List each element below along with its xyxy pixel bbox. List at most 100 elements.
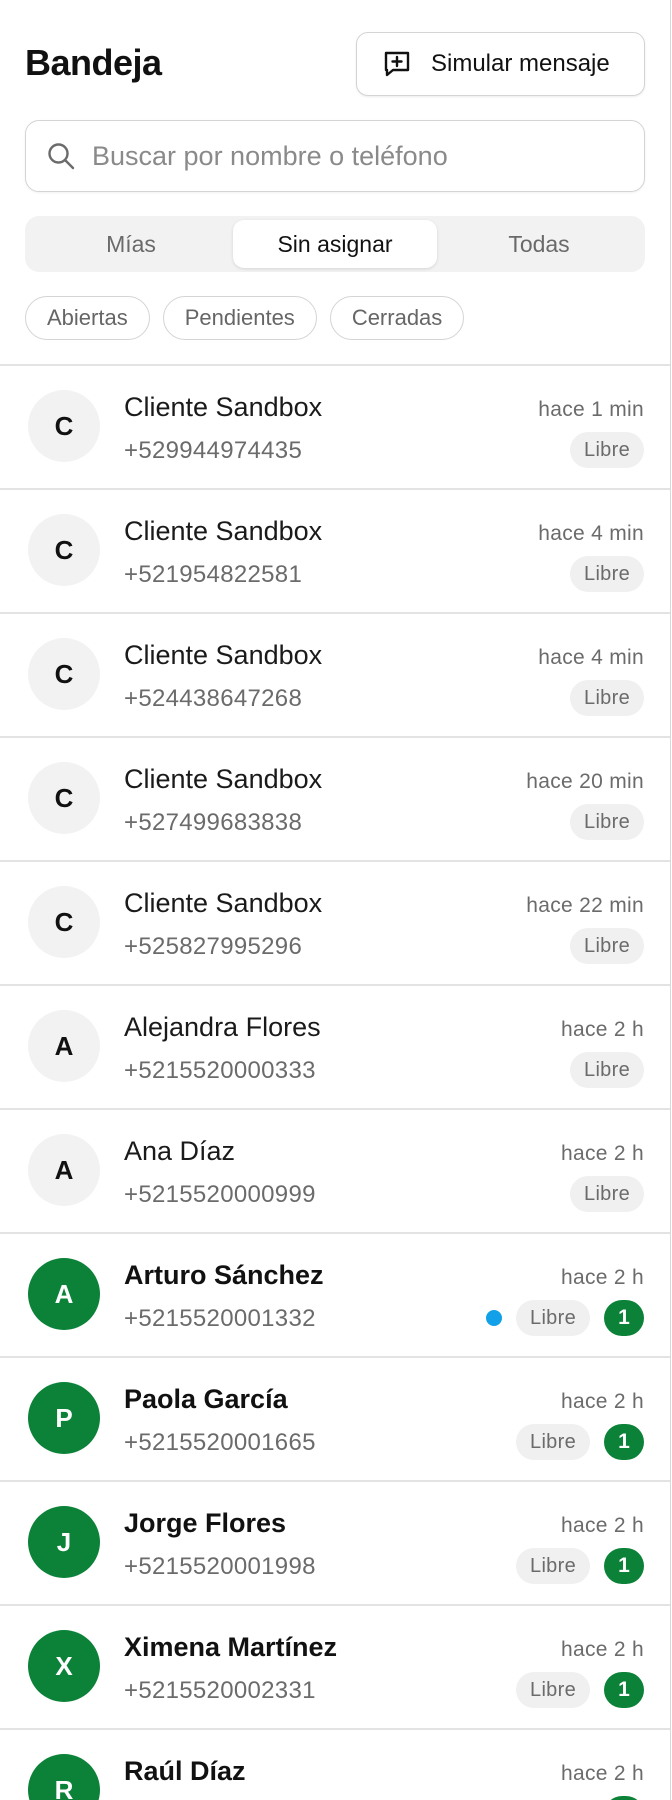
conversation-row[interactable]: A Arturo Sánchez +5215520001332 hace 2 h Lib… bbox=[0, 1234, 670, 1358]
contact-name: Paola García bbox=[124, 1384, 288, 1414]
contact-name: Ximena Martínez bbox=[124, 1632, 338, 1662]
unread-dot-icon bbox=[486, 1310, 503, 1326]
last-message-time: hace 2 h bbox=[561, 1638, 644, 1661]
inbox-panel: Bandeja Simular mensaje Mías Sin asignar… bbox=[0, 0, 671, 1800]
status-badge: Libre bbox=[570, 432, 644, 468]
last-message-time: hace 1 min bbox=[538, 398, 644, 421]
avatar: C bbox=[28, 762, 100, 834]
status-badge: Libre bbox=[570, 556, 644, 592]
conversation-meta: Libre bbox=[570, 928, 644, 964]
status-badge: Libre bbox=[570, 928, 644, 964]
tab-todas[interactable]: Todas bbox=[437, 220, 641, 268]
filter-abiertas[interactable]: Abiertas bbox=[25, 296, 150, 340]
conversation-row[interactable]: C Cliente Sandbox +521954822581 hace 4 min L… bbox=[0, 490, 670, 614]
conversation-row[interactable]: R Raúl Díaz hace 2 h 1 bbox=[0, 1730, 670, 1800]
avatar: J bbox=[28, 1506, 100, 1578]
conversation-meta: Libre bbox=[570, 1176, 644, 1212]
conversation-row[interactable]: C Cliente Sandbox +524438647268 hace 4 min L… bbox=[0, 614, 670, 738]
avatar: C bbox=[28, 886, 100, 958]
conversation-meta: Libre 1 bbox=[516, 1672, 644, 1708]
avatar: A bbox=[28, 1134, 100, 1206]
conversation-row[interactable]: A Alejandra Flores +5215520000333 hace 2 h L… bbox=[0, 986, 670, 1110]
status-badge: Libre bbox=[516, 1300, 590, 1336]
last-message-time: hace 4 min bbox=[538, 522, 644, 545]
conversation-list: C Cliente Sandbox +529944974435 hace 1 min L… bbox=[0, 364, 670, 1800]
filter-pendientes[interactable]: Pendientes bbox=[162, 296, 317, 340]
contact-phone: +529944974435 bbox=[124, 437, 303, 464]
conversation-row[interactable]: C Cliente Sandbox +525827995296 hace 22 min… bbox=[0, 862, 670, 986]
last-message-time: hace 20 min bbox=[526, 770, 644, 793]
status-badge: Libre bbox=[570, 1052, 644, 1088]
status-badge: Libre bbox=[570, 804, 644, 840]
avatar: P bbox=[28, 1382, 100, 1454]
conversation-meta: Libre bbox=[570, 556, 644, 592]
conversation-meta: Libre bbox=[570, 1052, 644, 1088]
status-filters: Abiertas Pendientes Cerradas bbox=[25, 296, 465, 340]
conversation-row[interactable]: C Cliente Sandbox +527499683838 hace 20 min… bbox=[0, 738, 670, 862]
contact-phone: +5215520002331 bbox=[124, 1677, 316, 1704]
search-icon bbox=[46, 141, 76, 171]
last-message-time: hace 2 h bbox=[561, 1142, 644, 1165]
avatar: R bbox=[28, 1754, 100, 1800]
search-box[interactable] bbox=[25, 120, 645, 192]
unread-count-badge: 1 bbox=[604, 1424, 644, 1460]
contact-name: Ana Díaz bbox=[124, 1136, 236, 1166]
conversation-meta: Libre bbox=[570, 680, 644, 716]
conversation-meta: Libre bbox=[570, 804, 644, 840]
conversation-meta: Libre bbox=[570, 432, 644, 468]
conversation-row[interactable]: X Ximena Martínez +5215520002331 hace 2 h Li… bbox=[0, 1606, 670, 1730]
conversation-row[interactable]: C Cliente Sandbox +529944974435 hace 1 min L… bbox=[0, 366, 670, 490]
contact-name: Raúl Díaz bbox=[124, 1756, 246, 1786]
status-badge: Libre bbox=[570, 1176, 644, 1212]
search-input[interactable] bbox=[92, 140, 612, 172]
status-badge: Libre bbox=[516, 1672, 590, 1708]
contact-phone: +525827995296 bbox=[124, 933, 303, 960]
last-message-time: hace 2 h bbox=[561, 1762, 644, 1785]
status-badge: Libre bbox=[516, 1424, 590, 1460]
avatar: C bbox=[28, 514, 100, 586]
last-message-time: hace 4 min bbox=[538, 646, 644, 669]
unread-count-badge: 1 bbox=[604, 1796, 644, 1800]
avatar: A bbox=[28, 1258, 100, 1330]
tab-mias[interactable]: Mías bbox=[29, 220, 233, 268]
last-message-time: hace 2 h bbox=[561, 1018, 644, 1041]
contact-name: Cliente Sandbox bbox=[124, 764, 323, 794]
status-badge: Libre bbox=[570, 680, 644, 716]
avatar: C bbox=[28, 638, 100, 710]
page-title: Bandeja bbox=[25, 42, 162, 83]
contact-name: Cliente Sandbox bbox=[124, 392, 323, 422]
contact-phone: +5215520001332 bbox=[124, 1305, 316, 1332]
contact-phone: +524438647268 bbox=[124, 685, 303, 712]
conversation-row[interactable]: P Paola García +5215520001665 hace 2 h Libre… bbox=[0, 1358, 670, 1482]
conversation-meta: 1 bbox=[604, 1796, 644, 1800]
unread-count-badge: 1 bbox=[604, 1672, 644, 1708]
conversation-row[interactable]: A Ana Díaz +5215520000999 hace 2 h Libre bbox=[0, 1110, 670, 1234]
contact-phone: +5215520000999 bbox=[124, 1181, 316, 1208]
contact-phone: +527499683838 bbox=[124, 809, 303, 836]
conversation-row[interactable]: J Jorge Flores +5215520001998 hace 2 h Libre… bbox=[0, 1482, 670, 1606]
last-message-time: hace 2 h bbox=[561, 1266, 644, 1289]
avatar: C bbox=[28, 390, 100, 462]
simulate-message-label: Simular mensaje bbox=[431, 50, 610, 77]
contact-phone: +5215520001665 bbox=[124, 1429, 316, 1456]
contact-name: Cliente Sandbox bbox=[124, 888, 323, 918]
last-message-time: hace 2 h bbox=[561, 1390, 644, 1413]
last-message-time: hace 2 h bbox=[561, 1514, 644, 1537]
contact-name: Jorge Flores bbox=[124, 1508, 287, 1538]
message-plus-icon bbox=[381, 48, 413, 80]
contact-phone: +521954822581 bbox=[124, 561, 303, 588]
conversation-meta: Libre 1 bbox=[516, 1424, 644, 1460]
contact-name: Cliente Sandbox bbox=[124, 516, 323, 546]
contact-name: Arturo Sánchez bbox=[124, 1260, 324, 1290]
contact-phone: +5215520000333 bbox=[124, 1057, 316, 1084]
inbox-header: Bandeja Simular mensaje bbox=[25, 32, 645, 96]
filter-cerradas[interactable]: Cerradas bbox=[329, 296, 465, 340]
tab-sin-asignar[interactable]: Sin asignar bbox=[233, 220, 437, 268]
last-message-time: hace 22 min bbox=[526, 894, 644, 917]
unread-count-badge: 1 bbox=[604, 1300, 644, 1336]
avatar: X bbox=[28, 1630, 100, 1702]
simulate-message-button[interactable]: Simular mensaje bbox=[356, 32, 645, 96]
assignment-tabs: Mías Sin asignar Todas bbox=[25, 216, 645, 272]
contact-phone: +5215520001998 bbox=[124, 1553, 316, 1580]
contact-name: Cliente Sandbox bbox=[124, 640, 323, 670]
